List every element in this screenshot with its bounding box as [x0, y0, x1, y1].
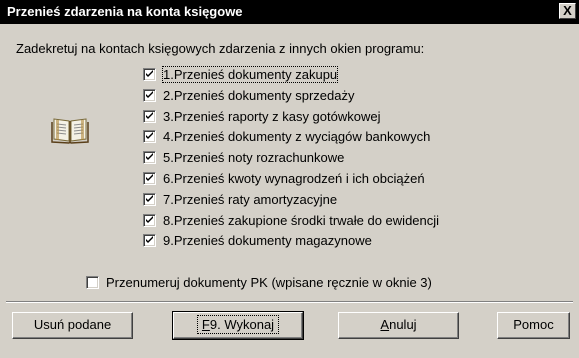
option-checkbox-row[interactable]: 3.Przenieś raporty z kasy gotówkowej — [143, 106, 380, 126]
option-checkbox[interactable] — [143, 67, 156, 81]
option-label: 3.Przenieś raporty z kasy gotówkowej — [163, 108, 381, 124]
cancel-button-label: nuluj — [389, 317, 417, 332]
option-checkbox[interactable] — [143, 129, 156, 143]
option-label: 4.Przenieś dokumenty z wyciągów bankowyc… — [163, 128, 431, 144]
execute-button[interactable]: F9. Wykonaj — [172, 311, 304, 340]
option-checkbox[interactable] — [143, 233, 156, 247]
close-button[interactable]: X — [559, 3, 576, 19]
dialog-window: Przenieś zdarzenia na konta księgowe X Z… — [0, 0, 579, 358]
option-checkbox-row[interactable]: 5.Przenieś noty rozrachunkowe — [143, 147, 344, 167]
option-label: 8.Przenieś zakupione środki trwałe do ew… — [163, 212, 440, 228]
execute-button-label: 9. Wykonaj — [209, 317, 275, 332]
cancel-button[interactable]: Anuluj — [338, 312, 459, 339]
option-label: 1.Przenieś dokumenty zakupu — [161, 65, 339, 83]
option-checkbox-row[interactable]: 2.Przenieś dokumenty sprzedaży — [143, 85, 354, 105]
option-checkbox-row[interactable]: 7.Przenieś raty amortyzacyjne — [143, 189, 337, 209]
checkmark-icon — [146, 235, 153, 243]
checkmark-icon — [146, 194, 153, 202]
execute-hotkey: F — [201, 317, 210, 332]
option-label: 2.Przenieś dokumenty sprzedaży — [163, 87, 355, 103]
cancel-hotkey: A — [380, 317, 390, 332]
option-checkbox[interactable] — [143, 150, 156, 164]
option-checkbox[interactable] — [143, 88, 156, 102]
option-checkbox-row[interactable]: 8.Przenieś zakupione środki trwałe do ew… — [143, 210, 439, 230]
option-checkbox[interactable] — [143, 192, 156, 206]
separator — [6, 301, 573, 303]
instruction-text: Zadekretuj na kontach księgowych zdarzen… — [16, 41, 425, 56]
window-title: Przenieś zdarzenia na konta księgowe — [7, 4, 243, 19]
option-checkbox-row[interactable]: 1.Przenieś dokumenty zakupu — [143, 64, 339, 84]
option-label: 9.Przenieś dokumenty magazynowe — [163, 232, 372, 248]
option-checkbox[interactable] — [143, 213, 156, 227]
renumber-label: Przenumeruj dokumenty PK (wpisane ręczni… — [106, 274, 432, 290]
option-label: 6.Przenieś kwoty wynagrodzeń i ich obcią… — [163, 170, 425, 186]
help-button-label: Pomoc — [513, 317, 554, 332]
remove-button[interactable]: Usuń podane — [12, 312, 133, 339]
option-checkbox[interactable] — [143, 171, 156, 185]
option-checkbox-row[interactable]: 9.Przenieś dokumenty magazynowe — [143, 230, 372, 250]
option-checkbox[interactable] — [143, 109, 156, 123]
renumber-checkbox-row[interactable]: Przenumeruj dokumenty PK (wpisane ręczni… — [86, 272, 432, 292]
checkmark-icon — [146, 215, 153, 223]
book-icon — [51, 118, 89, 144]
checkmark-icon — [146, 131, 153, 139]
checkmark-icon — [146, 111, 153, 119]
remove-button-label: Usuń podane — [33, 317, 112, 332]
checkmark-icon — [146, 90, 153, 98]
title-bar[interactable]: Przenieś zdarzenia na konta księgowe X — [0, 0, 579, 24]
close-icon: X — [563, 3, 572, 18]
option-label: 7.Przenieś raty amortyzacyjne — [163, 191, 338, 207]
option-checkbox-row[interactable]: 4.Przenieś dokumenty z wyciągów bankowyc… — [143, 126, 430, 146]
help-button[interactable]: Pomoc — [497, 312, 570, 339]
renumber-checkbox[interactable] — [86, 275, 99, 289]
option-checkbox-row[interactable]: 6.Przenieś kwoty wynagrodzeń i ich obcią… — [143, 168, 425, 188]
checkmark-icon — [146, 152, 153, 160]
checkmark-icon — [146, 173, 153, 181]
option-label: 5.Przenieś noty rozrachunkowe — [163, 149, 345, 165]
checkmark-icon — [146, 69, 153, 77]
